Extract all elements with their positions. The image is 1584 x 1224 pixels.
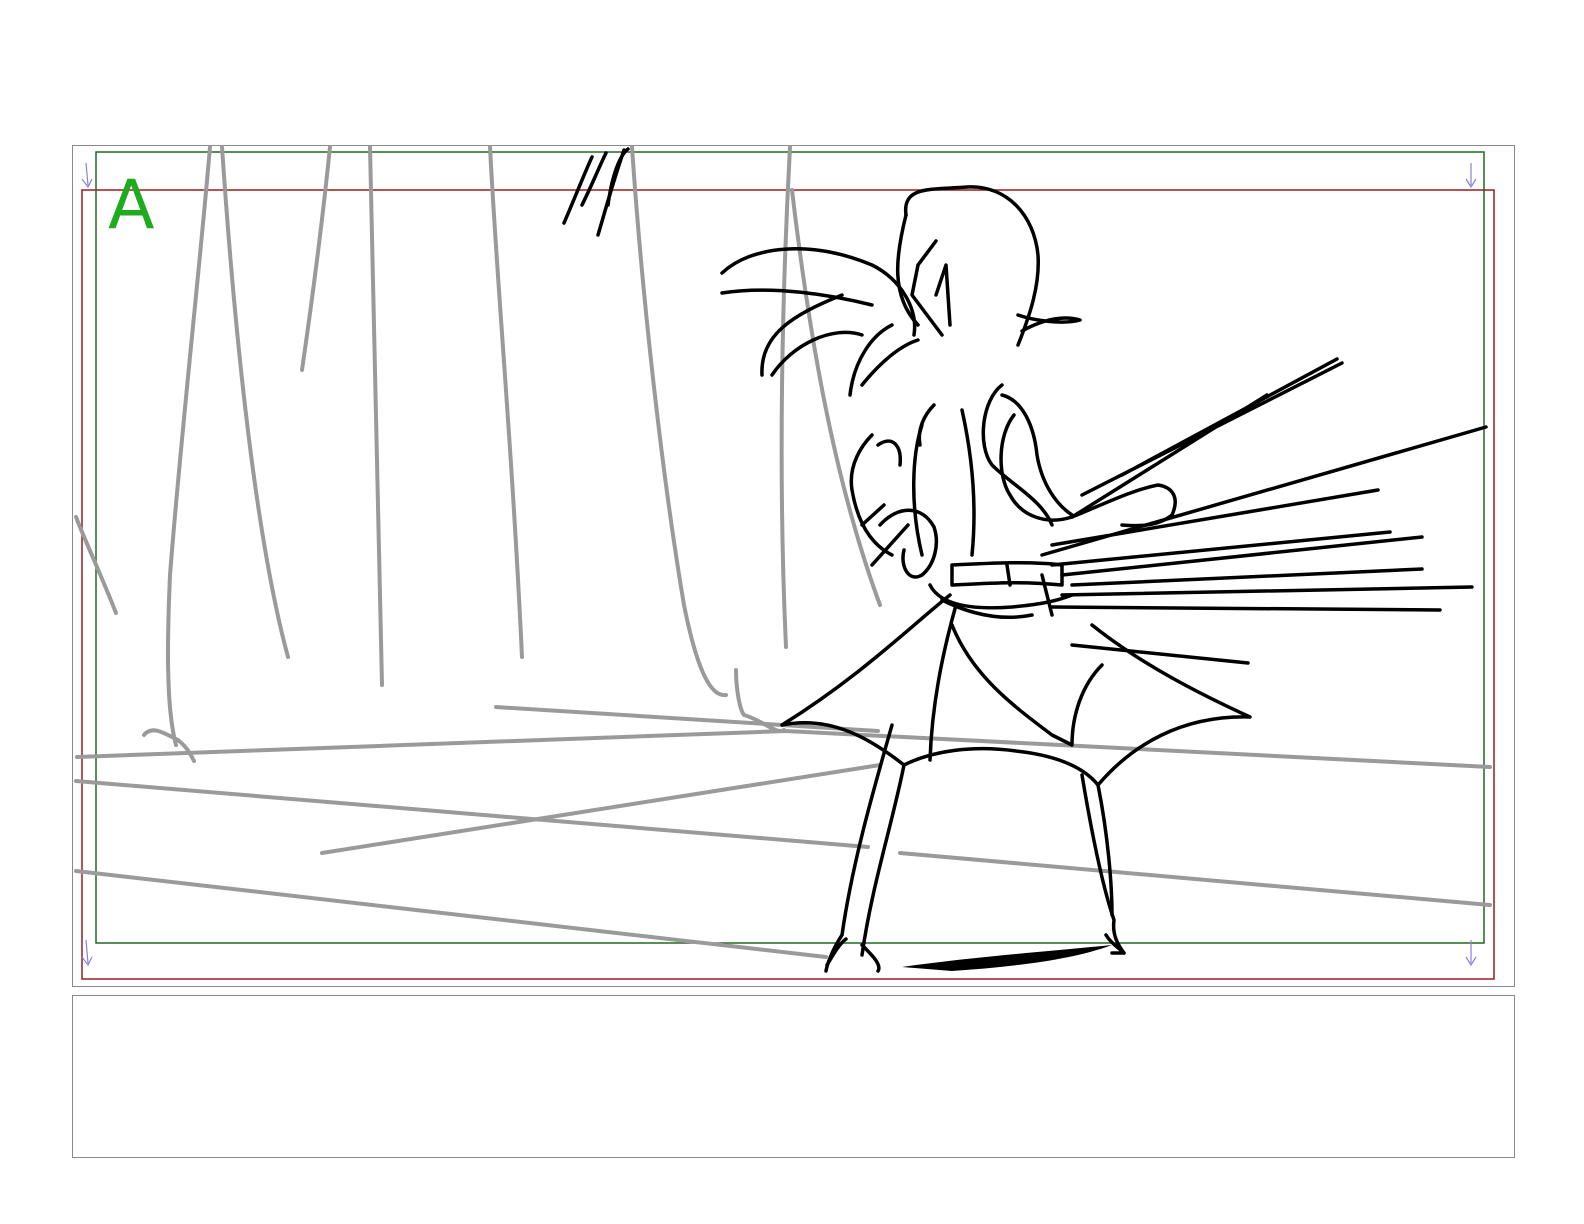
corner-markers	[81, 162, 1477, 967]
action-safe-guide	[81, 189, 1495, 980]
panel-drawing	[74, 145, 1495, 980]
character-sketch	[562, 147, 1488, 973]
notes-box[interactable]	[72, 995, 1515, 1158]
title-safe-guide	[95, 151, 1485, 944]
panel-label: A	[108, 166, 155, 245]
